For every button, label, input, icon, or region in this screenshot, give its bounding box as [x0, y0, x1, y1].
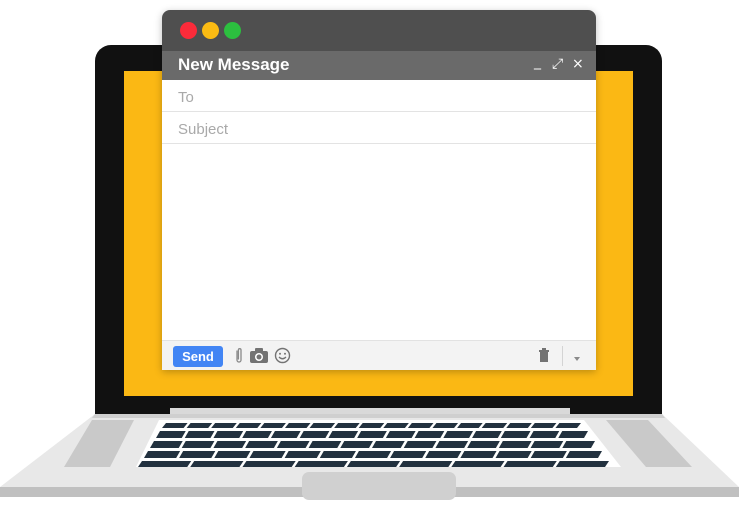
keyboard-key [562, 441, 595, 448]
keyboard-key [500, 431, 531, 438]
keyboard-key [276, 441, 310, 448]
zoom-traffic-light[interactable] [224, 22, 241, 39]
subject-field-row [162, 112, 596, 144]
keyboard-key [260, 423, 286, 428]
keyboard-key [495, 451, 532, 458]
keyboard-key [242, 461, 296, 467]
keyboard-key [328, 431, 359, 438]
keyboard-key [319, 451, 356, 458]
keyboard-key [211, 423, 237, 428]
send-button[interactable]: Send [173, 346, 223, 367]
keyboard-key [530, 423, 557, 428]
keyboard-key [457, 423, 483, 428]
toolbar-divider [562, 346, 563, 366]
keyboard-key [372, 441, 405, 448]
keyboard-key [308, 441, 342, 448]
keyboard-key [530, 441, 564, 448]
keyboard-key [451, 461, 505, 467]
trackpad [302, 472, 456, 500]
keyboard-key [144, 451, 181, 458]
laptop-illustration: New Message _ ⤢ × Send [0, 0, 739, 519]
keyboard-key [214, 451, 251, 458]
expand-icon[interactable]: ⤢ [552, 56, 563, 72]
keyboard-key [503, 461, 557, 467]
keyboard-key [213, 441, 247, 448]
keyboard-key [179, 451, 216, 458]
keyboard-key [249, 451, 286, 458]
keyboard-key [565, 451, 602, 458]
keyboard-key [334, 423, 360, 428]
deck-edge [92, 414, 665, 418]
keyboard-key [181, 441, 215, 448]
keyboard-key [472, 431, 502, 438]
keyboard-key [558, 431, 588, 438]
keyboard-key [414, 431, 445, 438]
camera-icon[interactable] [249, 347, 269, 368]
keyboard-key [346, 461, 401, 467]
compose-window: New Message _ ⤢ × Send [162, 10, 596, 370]
close-icon[interactable]: × [572, 56, 584, 72]
keyboard-key [443, 431, 474, 438]
keyboard-key [162, 423, 188, 428]
keyboard-key [357, 431, 387, 438]
keyboard-key [284, 451, 321, 458]
keyboard-key [383, 423, 409, 428]
keyboard-key [242, 431, 272, 438]
keyboard-key [186, 423, 213, 428]
keyboard-key [506, 423, 532, 428]
keyboard-key [432, 423, 459, 428]
subject-input[interactable] [176, 117, 580, 141]
keyboard-key [190, 461, 244, 467]
keyboard-key [354, 451, 392, 458]
keyboard-key [138, 461, 192, 467]
keyboard-key [425, 451, 462, 458]
keyboard-key [358, 423, 385, 428]
keyboard-key [294, 461, 348, 467]
to-input[interactable] [176, 85, 580, 109]
keyboard-key [235, 423, 262, 428]
trash-icon[interactable] [538, 347, 550, 367]
keyboard-key [213, 431, 244, 438]
minimize-button[interactable]: _ [534, 54, 541, 70]
paperclip-icon[interactable] [235, 347, 243, 369]
keyboard-key [340, 441, 373, 448]
keyboard-key [555, 461, 609, 467]
keyboard-key [403, 441, 437, 448]
keyboard-key [435, 441, 469, 448]
keyboard-key [529, 431, 560, 438]
window-titlebar [162, 10, 596, 51]
keyboard-key [284, 423, 311, 428]
keyboard-key [390, 451, 427, 458]
minimize-traffic-light[interactable] [202, 22, 219, 39]
keyboard-key [245, 441, 278, 448]
keyboard-key [150, 441, 183, 448]
compose-header: New Message _ ⤢ × [162, 51, 596, 80]
keyboard-key [184, 431, 215, 438]
dropdown-arrow-icon[interactable] [572, 349, 582, 368]
compose-toolbar: Send [162, 340, 596, 370]
keyboard-key [530, 451, 567, 458]
emoji-icon[interactable] [274, 347, 291, 368]
keyboard-key [498, 441, 532, 448]
keyboard-key [385, 431, 416, 438]
keyboard-key [156, 431, 186, 438]
keyboard-key [481, 423, 508, 428]
close-traffic-light[interactable] [180, 22, 197, 39]
keyboard-key [270, 431, 301, 438]
keyboard-key [407, 423, 434, 428]
keyboard-key [555, 423, 581, 428]
keyboard-key [309, 423, 336, 428]
to-field-row [162, 80, 596, 112]
keyboard-key [399, 461, 453, 467]
keyboard-key [460, 451, 497, 458]
keyboard-key [299, 431, 330, 438]
keyboard-key [467, 441, 500, 448]
compose-title: New Message [178, 55, 290, 74]
message-body[interactable] [162, 145, 596, 341]
